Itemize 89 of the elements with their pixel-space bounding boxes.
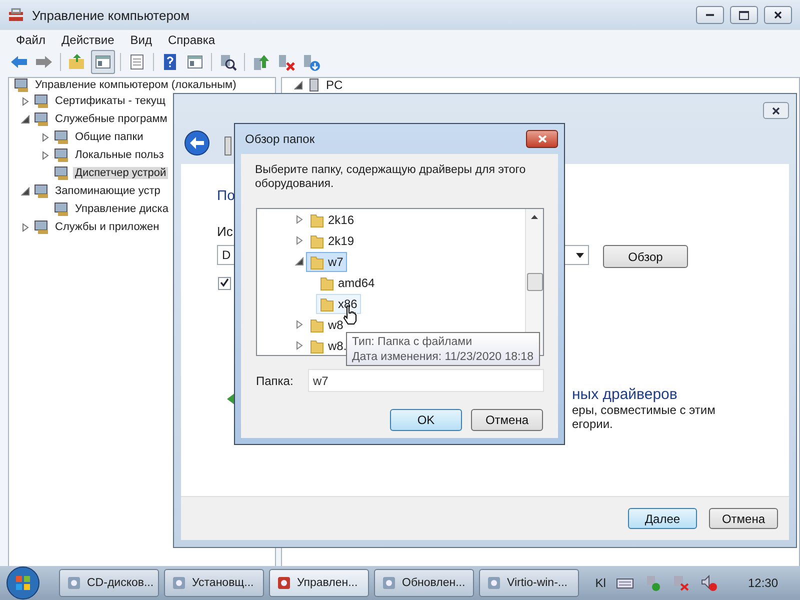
field-label: Ис bbox=[217, 224, 233, 239]
scrollbar-thumb[interactable] bbox=[526, 273, 542, 291]
folder-icon bbox=[310, 212, 324, 228]
next-button[interactable]: Далее bbox=[628, 508, 697, 529]
folder-item[interactable]: w7 bbox=[306, 252, 348, 272]
collapsed-arrow-icon[interactable] bbox=[295, 236, 304, 245]
node-icon bbox=[54, 165, 70, 181]
taskbar-button[interactable]: Установщ... bbox=[164, 569, 264, 597]
collapsed-arrow-icon[interactable] bbox=[295, 215, 304, 224]
expanded-arrow-icon[interactable] bbox=[294, 80, 303, 90]
taskbar-button[interactable]: Обновлен... bbox=[374, 569, 474, 597]
close-icon bbox=[774, 11, 782, 19]
close-button[interactable] bbox=[764, 6, 792, 24]
folder-item[interactable]: 2k16 bbox=[306, 210, 358, 230]
taskbar-button[interactable]: Управлен... bbox=[269, 569, 369, 597]
folder-icon bbox=[320, 274, 334, 290]
expanded-arrow-icon[interactable] bbox=[295, 257, 304, 266]
folder-item[interactable]: amd64 bbox=[316, 272, 379, 292]
minimize-button[interactable] bbox=[696, 6, 724, 24]
maximize-button[interactable] bbox=[730, 6, 758, 24]
back-icon[interactable] bbox=[184, 130, 210, 156]
collapsed-arrow-icon[interactable] bbox=[41, 150, 50, 160]
scroll-up-icon[interactable] bbox=[531, 215, 538, 219]
instruction-text: Выберите папку, содержащую драйверы для этого оборудования. bbox=[255, 163, 527, 191]
node-icon bbox=[54, 129, 70, 145]
tree-item[interactable]: Запоминающие устр bbox=[53, 185, 162, 197]
taskbar-button[interactable]: Virtio-win-... bbox=[479, 569, 579, 597]
node-icon bbox=[34, 111, 50, 127]
dialog-title: Обзор папок bbox=[245, 132, 315, 146]
option-description: егории. bbox=[572, 417, 614, 431]
tooltip-text: Тип: Папка с файлами bbox=[352, 335, 473, 350]
cancel-button[interactable]: Отмена bbox=[471, 409, 543, 431]
tree-item[interactable]: Службы и приложен bbox=[53, 221, 162, 233]
browse-button[interactable]: Обзор bbox=[603, 245, 688, 268]
expanded-arrow-icon[interactable] bbox=[21, 186, 30, 196]
folder-icon bbox=[310, 254, 324, 270]
folder-input[interactable]: w7 bbox=[308, 369, 544, 392]
folder-icon bbox=[320, 296, 334, 312]
menu-item[interactable]: Вид bbox=[122, 33, 160, 47]
collapsed-arrow-icon[interactable] bbox=[41, 132, 50, 142]
tree-item[interactable]: Управление диска bbox=[73, 203, 170, 215]
device-icon bbox=[224, 136, 232, 156]
menu-item[interactable]: Справка bbox=[160, 33, 224, 47]
tree-item[interactable]: PC bbox=[324, 78, 345, 92]
cancel-button[interactable]: Отмена bbox=[709, 508, 778, 529]
tree-item[interactable]: Служебные программ bbox=[53, 113, 170, 125]
collapsed-arrow-icon[interactable] bbox=[295, 341, 304, 350]
language-indicator[interactable]: Kl bbox=[595, 576, 606, 590]
node-icon bbox=[54, 147, 70, 163]
panel-icon[interactable] bbox=[91, 50, 115, 74]
clock[interactable]: 12:30 bbox=[748, 576, 778, 590]
expanded-arrow-icon[interactable] bbox=[21, 114, 30, 124]
folder-item[interactable]: w8. bbox=[306, 336, 351, 355]
collapsed-arrow-icon[interactable] bbox=[295, 320, 304, 329]
close-icon bbox=[772, 106, 780, 114]
tree-item[interactable]: Управление компьютером (локальным) bbox=[33, 79, 238, 91]
tree-item[interactable]: Локальные польз bbox=[73, 149, 166, 161]
node-icon bbox=[34, 219, 50, 235]
dropdown-arrow-icon bbox=[576, 252, 584, 258]
close-button[interactable] bbox=[526, 130, 558, 148]
checkbox[interactable] bbox=[218, 277, 231, 290]
tree-item[interactable]: Диспетчер устрой bbox=[73, 167, 168, 179]
window-title: Управление компьютером bbox=[32, 8, 190, 22]
folder-icon bbox=[310, 338, 324, 354]
tree-item[interactable]: Общие папки bbox=[73, 131, 146, 143]
start-button[interactable] bbox=[6, 566, 40, 600]
node-icon bbox=[34, 183, 50, 199]
node-icon bbox=[34, 93, 50, 109]
tooltip-text: Дата изменения: 11/23/2020 18:18 bbox=[352, 350, 534, 365]
keyboard-icon[interactable] bbox=[616, 577, 634, 589]
collapsed-arrow-icon[interactable] bbox=[21, 222, 30, 232]
option-description: еры, совместимые с этим bbox=[572, 403, 716, 417]
taskbar-button[interactable]: CD-дисков... bbox=[59, 569, 159, 597]
speaker-muted-icon[interactable] bbox=[700, 574, 718, 592]
collapsed-arrow-icon[interactable] bbox=[21, 96, 30, 106]
close-button[interactable] bbox=[763, 102, 789, 119]
folder-item[interactable]: w8 bbox=[306, 314, 348, 334]
wizard-heading: По bbox=[217, 186, 235, 205]
tree-item[interactable]: Сертификаты - текущ bbox=[53, 95, 168, 107]
folder-icon bbox=[310, 316, 324, 332]
ok-button[interactable]: OK bbox=[390, 409, 462, 431]
field-label: Папка: bbox=[256, 374, 294, 388]
option-title: ных драйверов bbox=[572, 386, 678, 403]
menu-item[interactable]: Файл bbox=[8, 33, 54, 47]
folder-item[interactable]: 2k19 bbox=[306, 230, 358, 250]
folder-icon bbox=[310, 232, 324, 248]
close-icon bbox=[538, 135, 546, 143]
node-icon bbox=[54, 201, 70, 217]
menu-item[interactable]: Действие bbox=[54, 33, 122, 47]
